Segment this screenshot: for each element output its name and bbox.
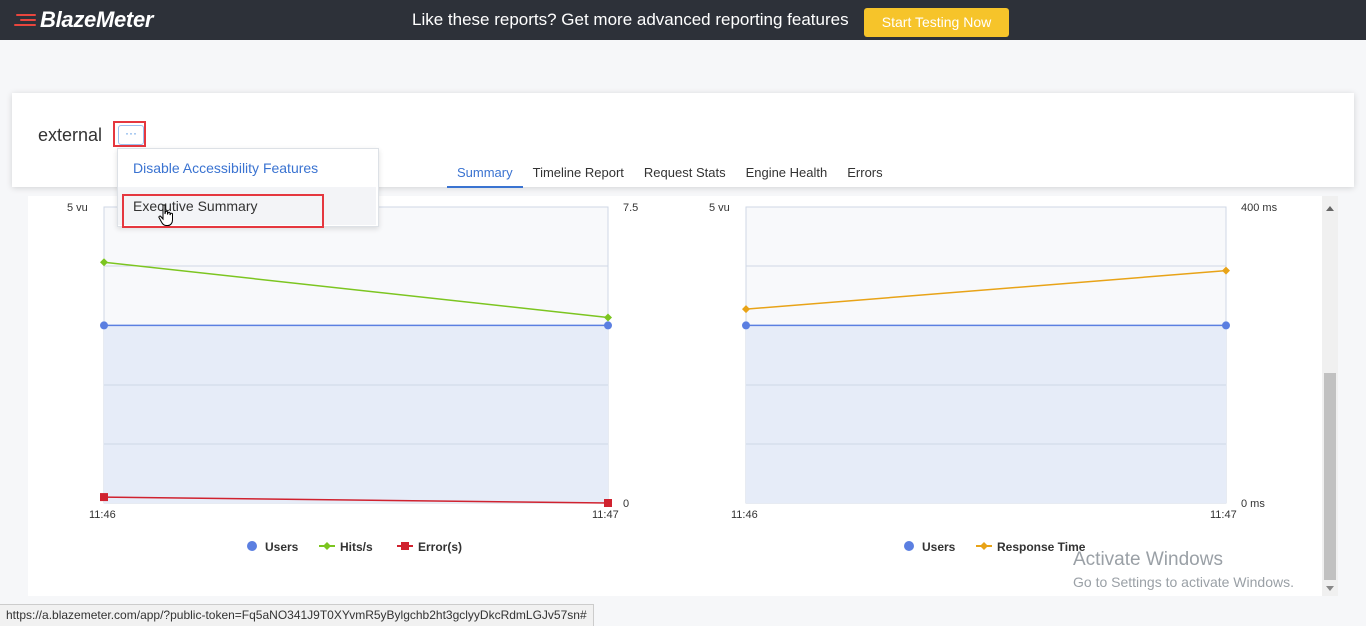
legend-users-marker <box>904 541 914 551</box>
legend-errors-marker <box>401 542 409 550</box>
users-response-time-chart: 5 vu 400 ms 0 ms 11:46 11:47 Users Respo… <box>709 202 1278 554</box>
summary-charts: 5 vu 7.5 0 11:46 11:47 Users Hits/s Erro… <box>67 202 1278 554</box>
legend-hits-marker <box>323 542 331 550</box>
chart1-right-tick: 0 <box>623 498 629 510</box>
watermark-subtitle: Go to Settings to activate Windows. <box>1073 574 1294 590</box>
legend-errors-label[interactable]: Error(s) <box>418 540 462 554</box>
series-users-point <box>604 321 612 330</box>
vertical-scrollbar[interactable] <box>1322 196 1338 596</box>
series-error-s-point <box>100 493 108 502</box>
users-hits-errors-chart: 5 vu 7.5 0 11:46 11:47 Users Hits/s Erro… <box>67 202 638 554</box>
series-users-point <box>742 321 750 330</box>
status-bar-url: https://a.blazemeter.com/app/?public-tok… <box>0 604 594 626</box>
scroll-down-arrow-icon[interactable] <box>1326 586 1334 591</box>
chart2-right-tick: 0 ms <box>1241 498 1265 510</box>
hand-pointer-icon <box>158 204 173 226</box>
series-users-area <box>104 325 608 503</box>
chart2-left-tick: 5 vu <box>709 202 730 214</box>
series-users-area <box>746 325 1226 503</box>
series-error-s-point <box>604 499 612 507</box>
legend-users-marker <box>247 541 257 551</box>
chart1-x-tick: 11:47 <box>592 509 619 521</box>
series-users-point <box>1222 321 1230 330</box>
menu-item-disable-accessibility[interactable]: Disable Accessibility Features <box>118 149 376 187</box>
legend-users-label[interactable]: Users <box>922 540 956 554</box>
chart1-left-tick: 5 vu <box>67 202 88 214</box>
series-users-point <box>100 321 108 330</box>
scroll-up-arrow-icon[interactable] <box>1326 206 1334 211</box>
chart2-x-tick: 11:46 <box>731 509 758 521</box>
highlight-box-executive-summary <box>122 194 324 228</box>
activate-windows-watermark: Activate Windows Go to Settings to activ… <box>1073 549 1294 590</box>
legend-response-time-marker <box>980 542 988 550</box>
chart2-x-tick: 11:47 <box>1210 509 1237 521</box>
chart2-right-tick: 400 ms <box>1241 202 1278 214</box>
chart1-right-tick: 7.5 <box>623 202 638 214</box>
watermark-title: Activate Windows <box>1073 549 1223 570</box>
legend-hits-label[interactable]: Hits/s <box>340 540 373 554</box>
scrollbar-thumb[interactable] <box>1324 373 1336 580</box>
legend-users-label[interactable]: Users <box>265 540 299 554</box>
chart1-x-tick: 11:46 <box>89 509 116 521</box>
